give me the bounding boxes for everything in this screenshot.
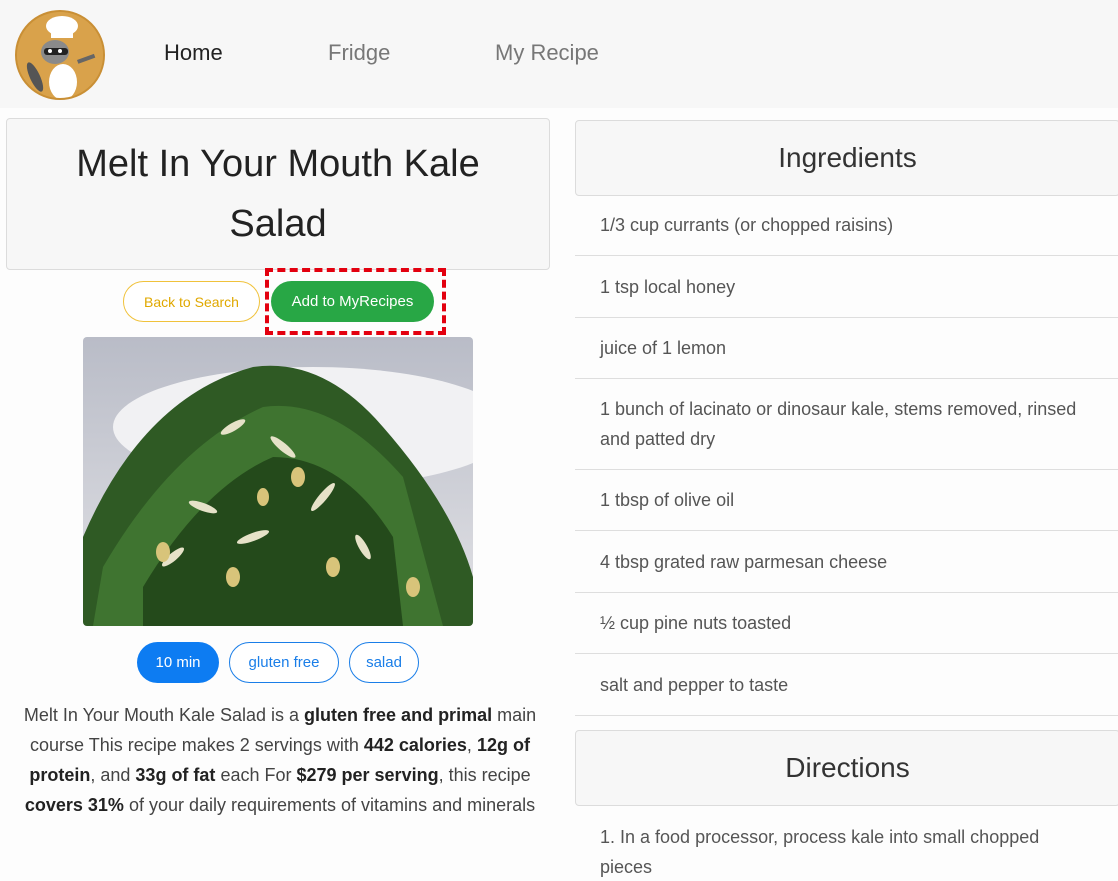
nav-my-recipe-link[interactable]: My Recipe xyxy=(495,40,599,66)
direction-step: 1. In a food processor, process kale int… xyxy=(600,827,1040,877)
summary-text: , this recipe xyxy=(438,765,531,785)
ingredient-item: salt and pepper to taste xyxy=(575,654,1118,716)
tag-salad[interactable]: salad xyxy=(349,642,419,683)
recipe-title: Melt In Your Mouth Kale Salad xyxy=(76,143,480,245)
recipe-image xyxy=(83,337,473,626)
summary-price: $279 per serving xyxy=(296,765,439,785)
summary-calories: 442 calories xyxy=(363,735,467,755)
navbar: Home Fridge My Recipe xyxy=(0,0,1118,108)
summary-text: , and xyxy=(90,765,136,785)
ingredient-item: 1 tbsp of olive oil xyxy=(575,470,1118,531)
ingredient-item: 4 tbsp grated raw parmesan cheese xyxy=(575,531,1118,593)
summary-text: , xyxy=(466,735,477,755)
add-to-myrecipes-button[interactable]: Add to MyRecipes xyxy=(271,281,434,322)
back-to-search-button[interactable]: Back to Search xyxy=(123,281,260,322)
directions-header: Directions xyxy=(575,730,1118,806)
recipe-title-card: Melt In Your Mouth Kale Salad xyxy=(6,118,550,270)
time-badge[interactable]: 10 min xyxy=(137,642,219,683)
recipe-summary: Melt In Your Mouth Kale Salad is a glute… xyxy=(20,700,540,820)
summary-bold: gluten free and primal xyxy=(304,705,493,725)
ingredient-item: juice of 1 lemon xyxy=(575,318,1118,379)
chef-raccoon-logo[interactable] xyxy=(15,10,105,100)
ingredient-item: 1 tsp local honey xyxy=(575,256,1118,318)
ingredient-item: 1 bunch of lacinato or dinosaur kale, st… xyxy=(575,379,1118,470)
ingredients-header: Ingredients xyxy=(575,120,1118,196)
ingredient-item: ½ cup pine nuts toasted xyxy=(575,593,1118,654)
nav-fridge-link[interactable]: Fridge xyxy=(328,40,390,66)
summary-text: each For xyxy=(215,765,297,785)
ingredient-item: 1/3 cup currants (or chopped raisins) xyxy=(575,195,1118,256)
summary-text: of your daily requirements of vitamins a… xyxy=(123,795,536,815)
summary-coverage: covers 31% xyxy=(24,795,124,815)
summary-text: Melt In Your Mouth Kale Salad is a xyxy=(23,705,305,725)
nav-home-link[interactable]: Home xyxy=(164,40,223,66)
ingredients-list: 1/3 cup currants (or chopped raisins) 1 … xyxy=(575,195,1118,716)
summary-fat: 33g of fat xyxy=(135,765,216,785)
tag-gluten-free[interactable]: gluten free xyxy=(229,642,339,683)
